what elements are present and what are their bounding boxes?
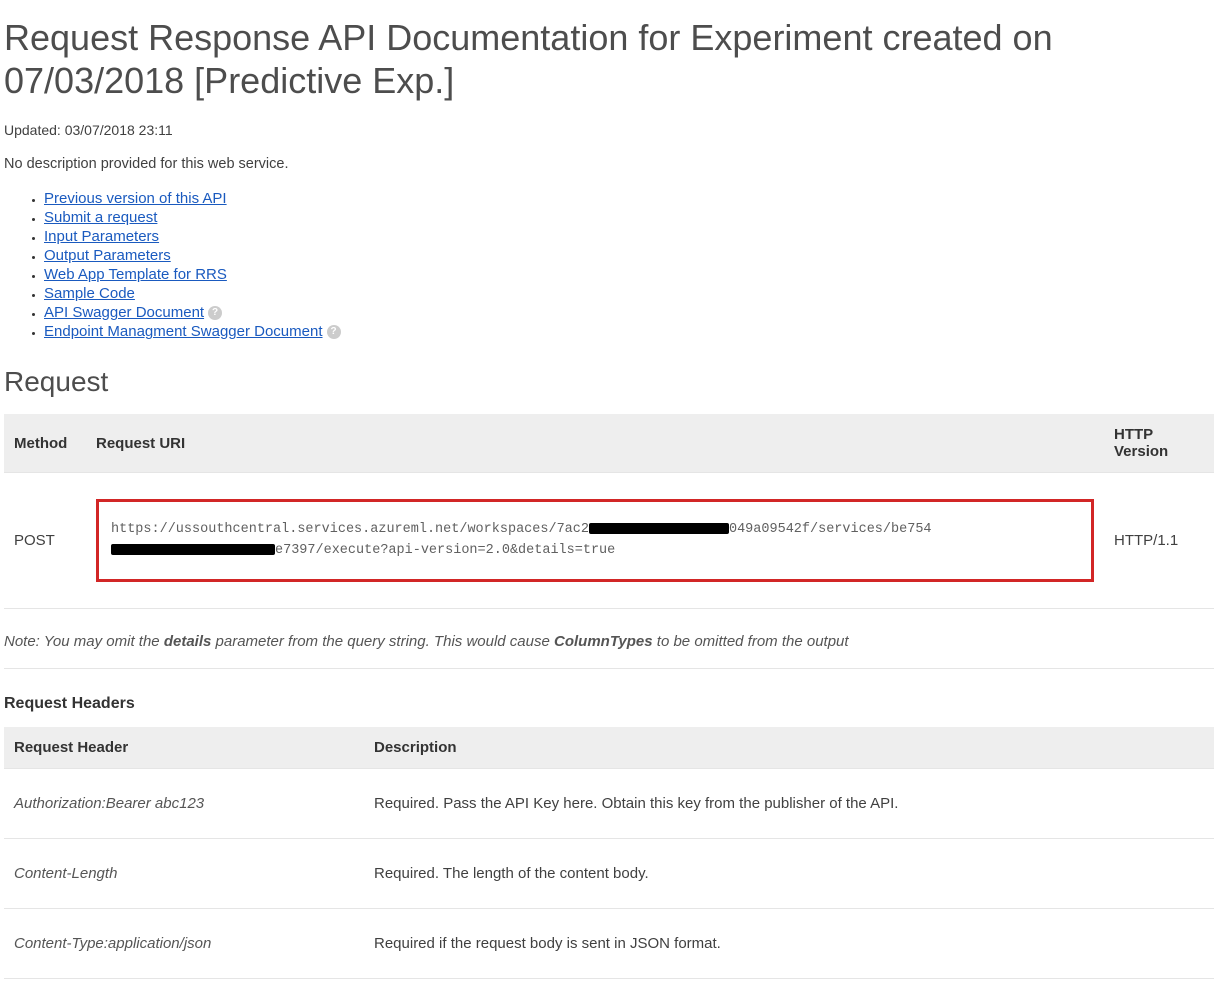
header-desc: Required if the request body is sent in … [364, 908, 1214, 978]
toc-item: Submit a request [44, 209, 1214, 226]
link-web-app-template[interactable]: Web App Template for RRS [44, 266, 227, 283]
col-header-version: HTTP Version [1104, 414, 1214, 473]
header-row: Content-Type:application/json Required i… [4, 908, 1214, 978]
uri-cell-wrapper: https://ussouthcentral.services.azureml.… [86, 473, 1104, 609]
toc-item: API Swagger Document? [44, 304, 1214, 321]
toc-list: Previous version of this API Submit a re… [4, 190, 1214, 340]
updated-line: Updated: 03/07/2018 23:11 [4, 122, 1214, 138]
no-description-text: No description provided for this web ser… [4, 156, 1214, 172]
uri-part: https://ussouthcentral.services.azureml.… [111, 522, 589, 537]
link-input-parameters[interactable]: Input Parameters [44, 228, 159, 245]
link-api-swagger[interactable]: API Swagger Document [44, 304, 204, 321]
header-name: Content-Type:application/json [4, 908, 364, 978]
help-icon[interactable]: ? [327, 325, 341, 339]
uri-part: e7397/execute?api-version=2.0&details=tr… [275, 543, 615, 558]
col-header-request-header: Request Header [4, 727, 364, 769]
toc-item: Previous version of this API [44, 190, 1214, 207]
link-submit-request[interactable]: Submit a request [44, 209, 157, 226]
uri-part: 049a09542f/services/be754 [729, 522, 932, 537]
note-text: Note: You may omit the [4, 633, 164, 650]
toc-item: Web App Template for RRS [44, 266, 1214, 283]
note-bold-details: details [164, 633, 212, 650]
header-name: Authorization:Bearer abc123 [4, 768, 364, 838]
header-row: Content-Length Required. The length of t… [4, 838, 1214, 908]
note-bold-columntypes: ColumnTypes [554, 633, 653, 650]
help-icon[interactable]: ? [208, 306, 222, 320]
toc-item: Output Parameters [44, 247, 1214, 264]
request-headers-heading: Request Headers [4, 695, 1214, 713]
note-text: parameter from the query string. This wo… [211, 633, 554, 650]
col-header-description: Description [364, 727, 1214, 769]
updated-date: 03/07/2018 23:11 [65, 122, 173, 138]
page-title: Request Response API Documentation for E… [4, 16, 1214, 102]
redaction-bar [589, 523, 729, 534]
request-heading: Request [4, 366, 1214, 398]
note-text: to be omitted from the output [653, 633, 849, 650]
link-endpoint-management-swagger[interactable]: Endpoint Managment Swagger Document [44, 323, 323, 340]
toc-item: Sample Code [44, 285, 1214, 302]
toc-item: Endpoint Managment Swagger Document? [44, 323, 1214, 340]
method-cell: POST [4, 473, 86, 609]
toc-item: Input Parameters [44, 228, 1214, 245]
updated-label: Updated: [4, 122, 65, 138]
version-cell: HTTP/1.1 [1104, 473, 1214, 609]
link-previous-version[interactable]: Previous version of this API [44, 190, 227, 207]
request-table: Method Request URI HTTP Version POST htt… [4, 414, 1214, 609]
details-note: Note: You may omit the details parameter… [4, 633, 1214, 669]
redaction-bar [111, 544, 275, 555]
header-desc: Required. Pass the API Key here. Obtain … [364, 768, 1214, 838]
request-headers-table: Request Header Description Authorization… [4, 727, 1214, 979]
request-row: POST https://ussouthcentral.services.azu… [4, 473, 1214, 609]
header-desc: Required. The length of the content body… [364, 838, 1214, 908]
header-name: Content-Length [4, 838, 364, 908]
link-sample-code[interactable]: Sample Code [44, 285, 135, 302]
header-row: Authorization:Bearer abc123 Required. Pa… [4, 768, 1214, 838]
link-output-parameters[interactable]: Output Parameters [44, 247, 171, 264]
col-header-uri: Request URI [86, 414, 1104, 473]
request-uri-highlight: https://ussouthcentral.services.azureml.… [96, 499, 1094, 582]
col-header-method: Method [4, 414, 86, 473]
